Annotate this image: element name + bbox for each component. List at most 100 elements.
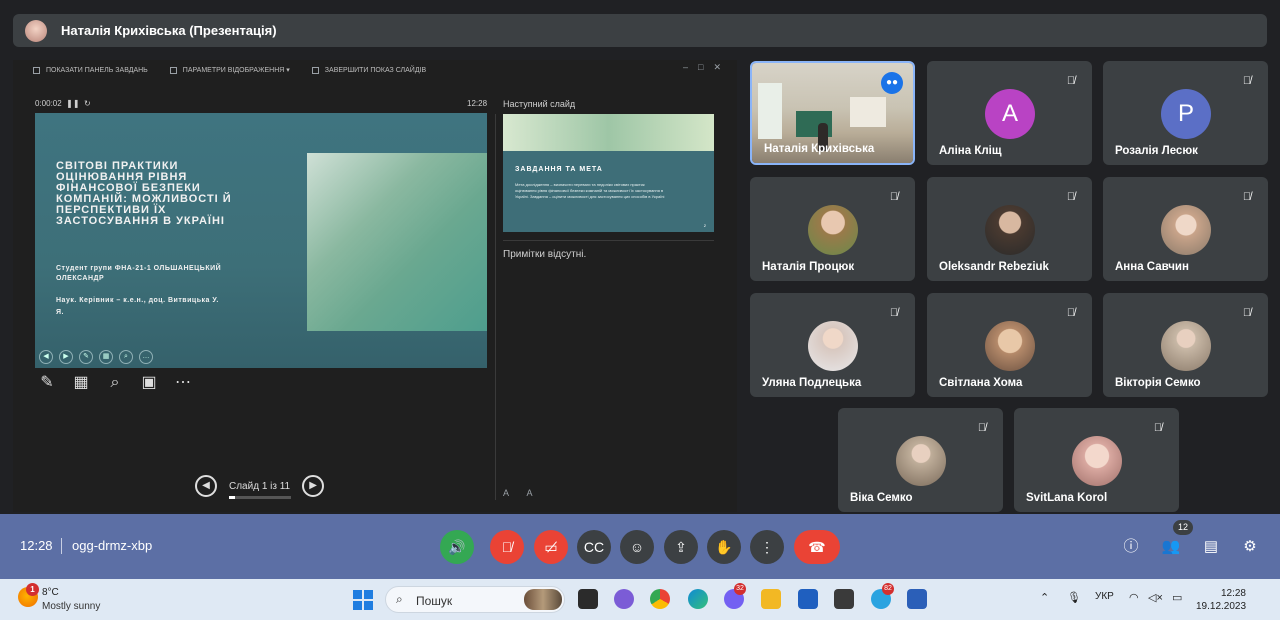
mic-off-icon: 🎙̸ [1242,307,1252,319]
next-slide-preview[interactable]: ЗАВДАННЯ ТА МЕТА Мета дослідження – визн… [503,114,714,232]
slide-image [307,153,487,331]
captions-button[interactable]: CC [577,530,611,564]
participant-name: Світлана Хома [939,377,1023,389]
mic-button[interactable]: 🎙̸ [490,530,524,564]
more-icon[interactable]: … [139,350,153,364]
emoji-icon: ☺ [629,539,645,555]
avatar [985,205,1035,255]
display-settings-button[interactable]: ПАРАМЕТРИ ВІДОБРАЖЕННЯ ▾ [169,66,290,74]
speaking-icon: ●● [881,72,903,94]
more-options-icon[interactable]: ⋯ [173,373,193,393]
zoom-tool-icon[interactable]: ⌕ [105,373,125,393]
avatar [808,321,858,371]
pen-icon[interactable]: ✎ [79,350,93,364]
avatar [1072,436,1122,486]
store-icon[interactable] [798,589,818,609]
participant-name: Oleksandr Rebeziuk [939,261,1049,273]
captions-icon: CC [583,539,605,555]
mic-off-icon: 🎙̸ [1066,75,1076,87]
participant-tile[interactable]: 🎙̸ SvitLana Korol [1014,408,1179,512]
pen-tool-icon[interactable]: ✎ [37,373,57,393]
task-view-icon[interactable] [578,589,598,609]
weather-badge: 1 [26,583,39,596]
tray-chevron-icon[interactable]: ⌃ [1040,591,1049,604]
participant-tile[interactable]: ●● Наталія Крихівська [750,61,915,165]
next-slide-number: 2 [703,223,706,228]
meeting-time: 12:28 [20,538,53,553]
file-explorer-icon[interactable] [761,589,781,609]
show-taskbar-button[interactable]: ПОКАЗАТИ ПАНЕЛЬ ЗАВДАНЬ [33,66,148,74]
meeting-details-button[interactable]: ⓘ [1117,533,1145,561]
participant-tile[interactable]: 🎙̸ P Розалія Лесюк [1103,61,1268,165]
start-button[interactable] [353,590,373,610]
notes-divider [503,240,714,241]
volume-tray-icon[interactable]: ◁× [1148,591,1163,604]
participant-name: Розалія Лесюк [1115,145,1198,157]
slide-supervisor: Наук. Керівник – к.е.н., доц. Витвицька … [56,297,219,316]
current-slide[interactable]: СВІТОВІ ПРАКТИКИ ОЦІНЮВАННЯ РІВНЯ ФІНАНС… [35,113,487,368]
raise-hand-button[interactable]: ✋ [707,530,741,564]
app-icon[interactable] [834,589,854,609]
weather-icon[interactable]: 1 [18,583,39,607]
prev-slide-button[interactable]: ◀ [195,475,217,497]
participant-tile[interactable]: 🎙̸ A Аліна Кліщ [927,61,1092,165]
participant-name: Уляна Подлецька [762,377,862,389]
present-button[interactable]: ⇪ [664,530,698,564]
presenter-avatar [25,19,47,42]
avatar: P [1161,89,1211,139]
slide-title: СВІТОВІ ПРАКТИКИ ОЦІНЮВАННЯ РІВНЯ ФІНАНС… [56,160,232,227]
font-size-buttons[interactable]: A A [503,488,541,498]
viber-badge: 32 [734,583,746,595]
leave-call-button[interactable]: ☎ [794,530,840,564]
camera-button[interactable]: ▭̸ [534,530,568,564]
chat-button[interactable]: ▤ [1197,533,1225,561]
display-icon [169,66,177,74]
participant-tile[interactable]: 🎙̸ Наталія Процюк [750,177,915,281]
mic-off-icon: 🎙̸ [1066,191,1076,203]
end-slideshow-button[interactable]: ЗАВЕРШИТИ ПОКАЗ СЛАЙДІВ [311,66,426,74]
reactions-button[interactable]: ☺ [620,530,654,564]
video-window [758,83,782,139]
window-controls[interactable]: –□✕ [683,62,731,73]
slide-counter: Слайд 1 із 11 [229,480,292,499]
zoom-icon[interactable]: ⌕ [119,350,133,364]
activities-button[interactable]: ⚙ [1236,533,1264,561]
slides-icon[interactable]: ▦ [99,350,113,364]
participant-tile[interactable]: 🎙̸ Oleksandr Rebeziuk [927,177,1092,281]
speaker-button[interactable]: 🔊 [440,530,474,564]
all-slides-icon[interactable]: ▦ [71,373,91,393]
wifi-icon[interactable]: ◠ [1129,591,1139,604]
mic-off-icon: 🎙̸ [1242,191,1252,203]
language-indicator[interactable]: УКР [1095,591,1114,602]
speaker-notes: Примітки відсутні. [503,249,587,260]
participant-tile[interactable]: 🎙̸ Віка Семко [838,408,1003,512]
participant-name: Наталія Крихівська [764,143,875,155]
meeting-code: ogg-drmz-xbp [72,538,153,553]
microphone-icon[interactable]: 🎙 [1067,591,1081,604]
prev-icon[interactable]: ◀ [39,350,53,364]
participant-tile[interactable]: 🎙̸ Світлана Хома [927,293,1092,397]
battery-icon[interactable]: ▭ [1172,591,1182,604]
taskbar-search[interactable]: ⌕ Пошук [385,586,565,613]
mic-off-icon: 🎙̸ [1066,307,1076,319]
chrome-icon[interactable] [650,589,670,609]
screen-icon[interactable]: ▣ [139,373,159,393]
people-button[interactable]: 👥 [1157,533,1185,561]
pane-divider [495,114,496,500]
taskbar-clock[interactable]: 12:28 19.12.2023 [1196,587,1246,613]
more-options-button[interactable]: ⋮ [750,530,784,564]
taskbar-icon [33,66,40,74]
people-icon: 👥 [1161,538,1181,555]
participant-name: Аліна Кліщ [939,145,1002,157]
presenter-tools: ✎ ▦ ⌕ ▣ ⋯ [37,373,193,393]
chat-app-icon[interactable] [614,589,634,609]
participant-tile[interactable]: 🎙̸ Анна Савчин [1103,177,1268,281]
participant-name: Вікторія Семко [1115,377,1201,389]
participant-tile[interactable]: 🎙̸ Уляна Подлецька [750,293,915,397]
avatar [896,436,946,486]
word-icon[interactable] [907,589,927,609]
next-slide-button[interactable]: ▶ [302,475,325,497]
next-icon[interactable]: ▶ [59,350,73,364]
participant-tile[interactable]: 🎙̸ Вікторія Семко [1103,293,1268,397]
edge-icon[interactable] [688,589,708,609]
